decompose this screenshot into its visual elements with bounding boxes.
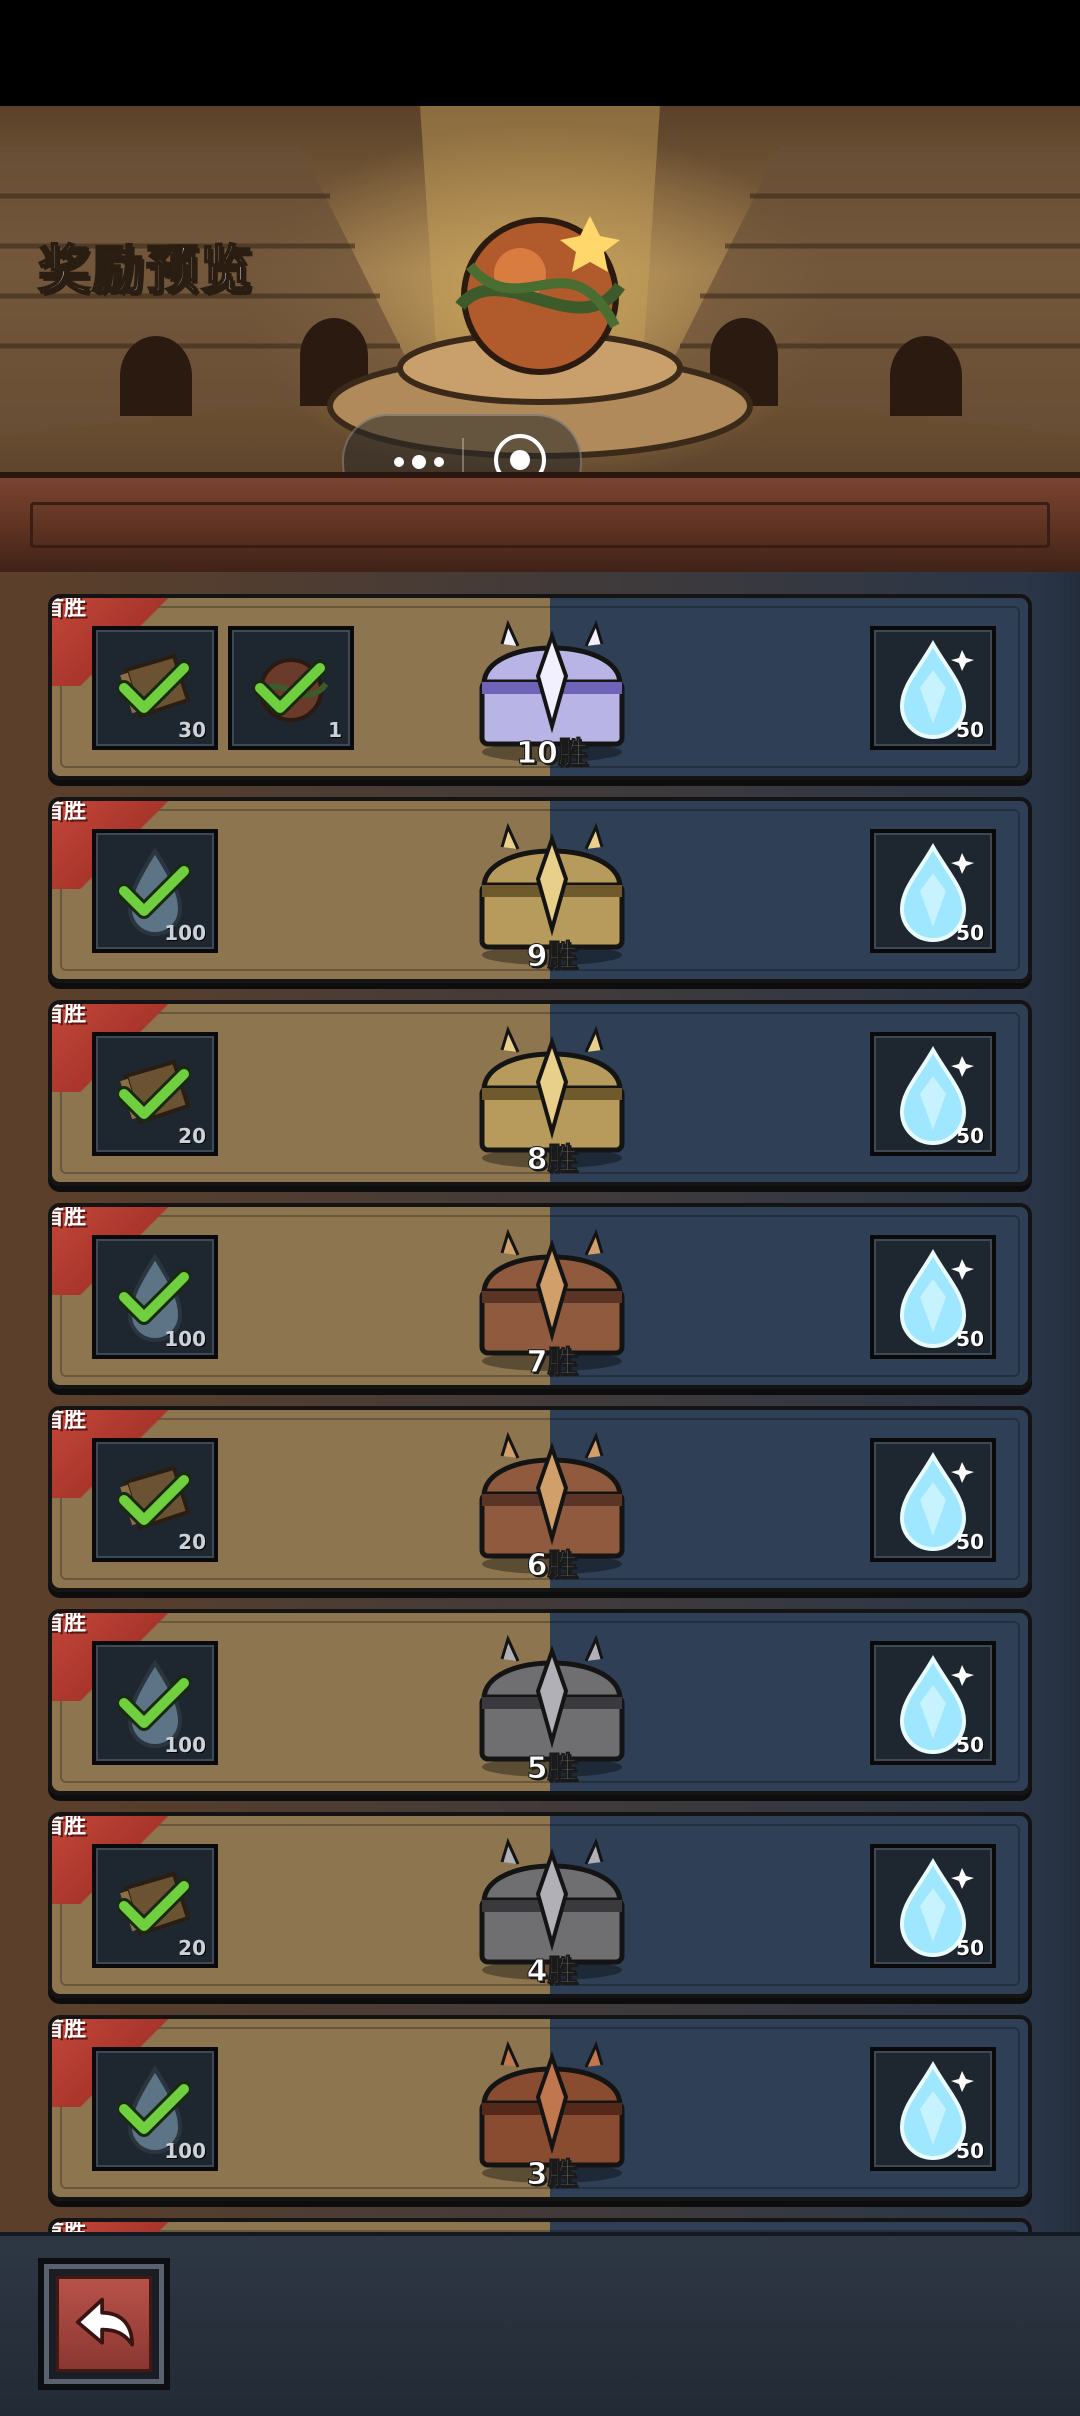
first-win-label: 首胜 <box>52 1408 87 1433</box>
first-win-label: 首胜 <box>52 2017 87 2042</box>
check-icon <box>118 1472 190 1528</box>
reward-row[interactable]: 首胜 <box>48 2218 1032 2232</box>
gem-quantity: 50 <box>956 1733 984 1757</box>
first-win-label: 首胜 <box>52 1611 87 1636</box>
check-icon <box>118 1269 190 1325</box>
check-icon <box>118 1878 190 1934</box>
reward-slot[interactable]: 100 <box>92 1235 218 1359</box>
reward-slot[interactable]: 100 <box>92 1641 218 1765</box>
chest-win-label: 3胜 <box>526 2157 578 2193</box>
reward-slot[interactable]: 100 <box>92 2047 218 2171</box>
reward-slot[interactable]: 1 <box>228 626 354 750</box>
reward-row[interactable]: 首胜 100 3胜 50 <box>48 2015 1032 2201</box>
gem-reward-slot[interactable]: 50 <box>870 1844 996 1968</box>
status-bar <box>0 0 1080 106</box>
reward-quantity: 100 <box>164 1327 206 1351</box>
reward-slot[interactable]: 30 <box>92 626 218 750</box>
reward-row[interactable]: 首胜 100 5胜 50 <box>48 1609 1032 1795</box>
chest-win-label: 7胜 <box>526 1345 578 1381</box>
reward-slot[interactable]: 20 <box>92 1438 218 1562</box>
check-icon <box>118 2081 190 2137</box>
chest-win-label: 4胜 <box>526 1954 578 1990</box>
gem-reward-slot[interactable]: 50 <box>870 2047 996 2171</box>
gem-quantity: 50 <box>956 2139 984 2163</box>
gem-reward-slot[interactable]: 50 <box>870 626 996 750</box>
gem-reward-slot[interactable]: 50 <box>870 1032 996 1156</box>
gem-reward-slot[interactable]: 50 <box>870 1438 996 1562</box>
check-icon <box>254 660 326 716</box>
gem-quantity: 50 <box>956 1936 984 1960</box>
first-win-ribbon: 首胜 <box>52 2222 172 2232</box>
thorn-egg-trophy-icon <box>455 216 625 375</box>
reward-row[interactable]: 首胜 20 8胜 50 <box>48 1000 1032 1186</box>
gem-quantity: 50 <box>956 718 984 742</box>
chest-win-label: 8胜 <box>526 1142 578 1178</box>
first-win-label: 首胜 <box>52 1205 87 1230</box>
first-win-label: 首胜 <box>52 596 87 621</box>
reward-slot[interactable]: 20 <box>92 1844 218 1968</box>
reward-row[interactable]: 首胜 20 6胜 50 <box>48 1406 1032 1592</box>
chest-win-label: 10胜 <box>516 736 589 772</box>
reward-quantity: 100 <box>164 2139 206 2163</box>
reward-row[interactable]: 首胜 100 9胜 50 <box>48 797 1032 983</box>
reward-row[interactable]: 首胜 100 7胜 50 <box>48 1203 1032 1389</box>
reward-slot[interactable]: 20 <box>92 1032 218 1156</box>
reward-slot[interactable]: 100 <box>92 829 218 953</box>
back-button-face <box>56 2276 152 2372</box>
bottom-bar <box>0 2232 1080 2416</box>
chest-win-label: 6胜 <box>526 1548 578 1584</box>
back-arrow-icon <box>75 2297 134 2347</box>
reward-row[interactable]: 首胜 30 1 10胜 50 <box>48 594 1032 780</box>
gem-quantity: 50 <box>956 1124 984 1148</box>
reward-row[interactable]: 首胜 20 4胜 50 <box>48 1812 1032 1998</box>
reward-quantity: 20 <box>178 1530 206 1554</box>
gem-reward-slot[interactable]: 50 <box>870 829 996 953</box>
gem-reward-slot[interactable]: 50 <box>870 1235 996 1359</box>
check-icon <box>118 863 190 919</box>
check-icon <box>118 660 190 716</box>
back-button[interactable] <box>38 2258 170 2390</box>
gem-quantity: 50 <box>956 1327 984 1351</box>
page-title: 奖励预览 <box>37 240 255 302</box>
gem-reward-slot[interactable]: 50 <box>870 1641 996 1765</box>
reward-list[interactable]: 首胜 30 1 10胜 50 首胜 100 9胜 50 首胜 20 8胜 50 首胜 100 7胜 50 首胜 20… <box>0 572 1080 2232</box>
chest-win-label: 9胜 <box>526 939 578 975</box>
gem-quantity: 50 <box>956 921 984 945</box>
first-win-label: 首胜 <box>52 1002 87 1027</box>
reward-quantity: 20 <box>178 1936 206 1960</box>
first-win-label: 首胜 <box>52 799 87 824</box>
chest-win-label: 5胜 <box>526 1751 578 1787</box>
reward-quantity: 30 <box>178 718 206 742</box>
check-icon <box>118 1066 190 1122</box>
gem-quantity: 50 <box>956 1530 984 1554</box>
reward-quantity: 100 <box>164 1733 206 1757</box>
reward-quantity: 100 <box>164 921 206 945</box>
first-win-label: 首胜 <box>52 2222 86 2232</box>
check-icon <box>118 1675 190 1731</box>
wooden-beam <box>0 472 1080 586</box>
reward-quantity: 1 <box>328 718 342 742</box>
first-win-label: 首胜 <box>52 1814 87 1839</box>
reward-quantity: 20 <box>178 1124 206 1148</box>
